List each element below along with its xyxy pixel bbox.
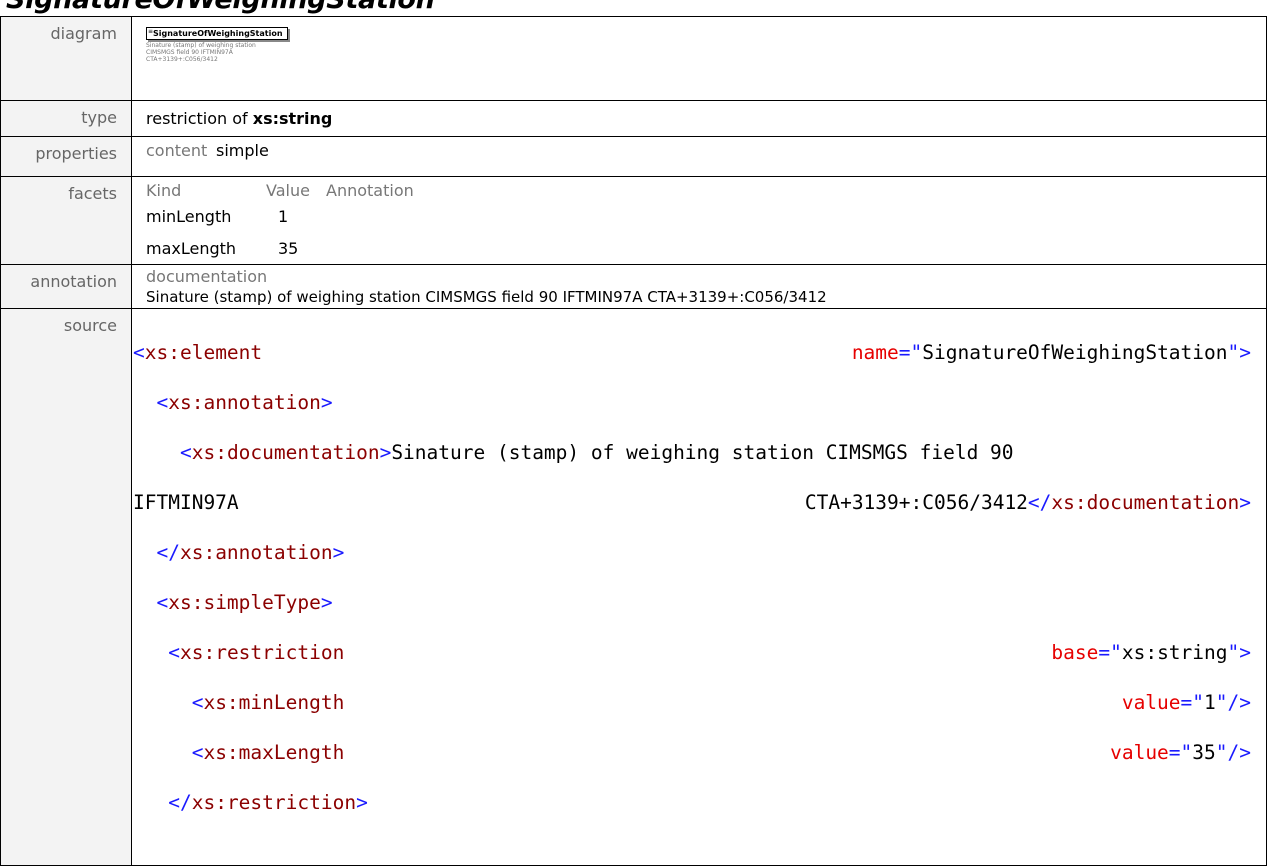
properties-cell: content simple xyxy=(131,136,1267,177)
facet-value: 35 xyxy=(278,238,299,258)
diagram-note-line: CTA+3139+:C056/3412 xyxy=(146,56,218,63)
type-cell: restriction of xs:string xyxy=(131,100,1267,137)
source-label: source xyxy=(0,308,132,866)
code-text: Sinature (stamp) of weighing station CIM… xyxy=(391,441,1014,464)
code-attr: value xyxy=(1110,741,1169,764)
facet-row: maxLength 35 xyxy=(146,232,1266,264)
source-row: source < xs:element name =" SignatureOfWeigh… xyxy=(0,308,1267,866)
code-line: </xs:restriction > xyxy=(168,791,368,814)
property-key: content xyxy=(146,141,208,160)
diagram-cell: ≡ SignatureOfWeighingStation Sinature (s… xyxy=(131,16,1267,101)
facet-kind: maxLength xyxy=(146,238,237,258)
diagram-element-box[interactable]: ≡ SignatureOfWeighingStation xyxy=(146,27,288,40)
type-label: type xyxy=(0,100,132,137)
type-prefix: restriction of xyxy=(146,109,248,128)
type-row: type restriction of xs:string xyxy=(0,100,1267,137)
schema-property-table: diagram ≡ SignatureOfWeighingStation Sin… xyxy=(0,16,1267,866)
code-tag: xs:restriction xyxy=(179,641,345,664)
page-title-text: SignatureOfWeighingStation xyxy=(6,0,435,15)
code-line: </xs:annotation > xyxy=(156,541,345,564)
facets-header: Kind Value Annotation xyxy=(146,177,1266,200)
annotation-text: Sinature (stamp) of weighing station CIM… xyxy=(146,288,827,306)
page-title: SignatureOfWeighingStation xyxy=(0,0,1267,16)
annotation-cell: documentation Sinature (stamp) of weighi… xyxy=(131,264,1267,309)
code-line: < xs:annotation > xyxy=(156,391,333,414)
facet-value: 1 xyxy=(278,206,289,226)
code-tag: xs:restriction xyxy=(191,791,357,814)
diagram-note: Sinature (stamp) of weighing station CIM… xyxy=(146,42,1266,63)
code-line: < xs:minLength value =" 1 "/> xyxy=(191,691,1251,714)
code-line: IFTMIN97A CTA+3139+:C056/3412 </xs:documen… xyxy=(133,491,1251,514)
diagram-label: diagram xyxy=(0,16,132,101)
diagram-note-line: Sinature (stamp) of weighing station xyxy=(146,42,256,49)
code-attr: value xyxy=(1121,691,1181,714)
facets-label: facets xyxy=(0,176,132,265)
property-value: simple xyxy=(216,141,269,160)
facet-kind: minLength xyxy=(146,206,232,226)
code-tag: xs:simpleType xyxy=(168,591,321,614)
type-base-link[interactable]: xs:string xyxy=(253,109,333,128)
code-tag: xs:documentation xyxy=(191,441,380,464)
facets-cell: Kind Value Annotation minLength 1 maxLen… xyxy=(131,176,1267,265)
source-code: < xs:element name =" SignatureOfWeighingStat… xyxy=(132,309,1266,865)
facet-header-annotation: Annotation xyxy=(326,181,414,200)
code-tag: xs:minLength xyxy=(203,691,345,714)
code-tag: xs:element xyxy=(144,341,263,364)
properties-label: properties xyxy=(0,136,132,177)
code-text: IFTMIN97A xyxy=(133,491,239,514)
facet-row: minLength 1 xyxy=(146,200,1266,232)
code-attr-value: 35 xyxy=(1192,741,1216,764)
code-tag: xs:annotation xyxy=(168,391,321,414)
code-tag: xs:maxLength xyxy=(203,741,345,764)
element-corner-icon: ≡ xyxy=(148,28,154,35)
code-tag: xs:annotation xyxy=(179,541,333,564)
annotation-label: annotation xyxy=(0,264,132,309)
code-line: < xs:maxLength value =" 35 "/> xyxy=(191,741,1251,764)
facet-header-value: Value xyxy=(266,181,310,200)
properties-row: properties content simple xyxy=(0,136,1267,177)
code-line: < xs:simpleType > xyxy=(156,591,333,614)
facets-row: facets Kind Value Annotation minLength 1… xyxy=(0,176,1267,265)
source-cell: < xs:element name =" SignatureOfWeighingStat… xyxy=(131,308,1267,866)
diagram-note-line: CIMSMGS field 90 IFTMIN97A xyxy=(146,49,233,56)
code-attr-value: xs:string xyxy=(1121,641,1228,664)
code-text: CTA+3139+:C056/3412 xyxy=(804,491,1028,514)
facet-header-kind: Kind xyxy=(146,181,182,200)
annotation-heading: documentation xyxy=(146,267,268,286)
diagram-row: diagram ≡ SignatureOfWeighingStation Sin… xyxy=(0,16,1267,101)
code-attr: base xyxy=(1051,641,1099,664)
code-line: < xs:element name =" SignatureOfWeighingStat… xyxy=(133,341,1251,364)
code-attr-value: 1 xyxy=(1204,691,1216,714)
code-tag: xs:documentation xyxy=(1051,491,1240,514)
code-attr-value: SignatureOfWeighingStation xyxy=(922,341,1228,364)
diagram-element-name: SignatureOfWeighingStation xyxy=(153,29,283,38)
code-attr: name xyxy=(851,341,899,364)
annotation-row: annotation documentation Sinature (stamp… xyxy=(0,264,1267,309)
code-line: < xs:restriction base =" xs:string "> xyxy=(168,641,1251,664)
code-line: < xs:documentation > Sinature (stamp) of we… xyxy=(179,441,1014,464)
